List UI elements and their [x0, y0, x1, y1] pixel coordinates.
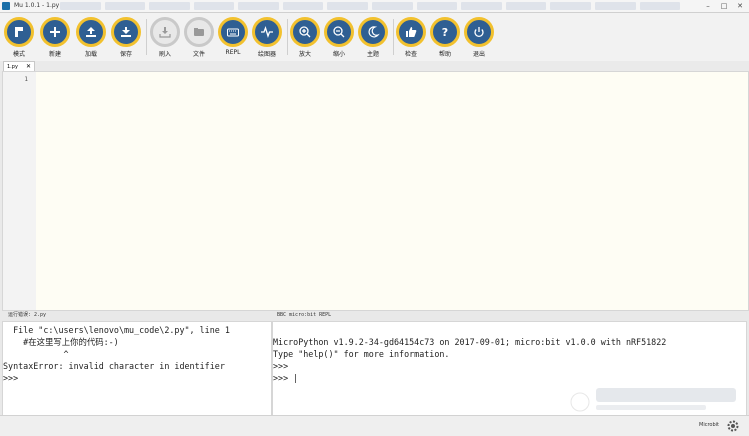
- background-tab[interactable]: [238, 2, 279, 10]
- background-tab[interactable]: [372, 2, 413, 10]
- files-icon: [194, 28, 204, 36]
- background-tab[interactable]: [282, 2, 324, 10]
- save-label: 保存: [119, 51, 132, 58]
- load-button[interactable]: 加载: [76, 17, 106, 58]
- right-panel-header: BBC micro:bit REPL: [277, 312, 332, 318]
- repl-button[interactable]: REPL: [218, 17, 248, 56]
- output-line: >>>: [3, 373, 19, 383]
- watermark-logo: [570, 388, 736, 412]
- background-tab[interactable]: [327, 2, 369, 10]
- background-tab[interactable]: [416, 2, 458, 10]
- flash-button[interactable]: 刷入: [150, 17, 180, 58]
- background-tab[interactable]: [193, 2, 235, 10]
- output-line: #在这里写上你的代码:-): [3, 337, 119, 347]
- status-bar: Microbit: [0, 415, 749, 436]
- minimize-button[interactable]: –: [701, 1, 715, 11]
- plotter-icon: [261, 25, 273, 39]
- zoom-in-icon: [299, 26, 311, 38]
- quit-button[interactable]: 退出: [464, 17, 494, 58]
- flash-label: 刷入: [158, 51, 171, 58]
- keyboard-icon: [227, 28, 239, 37]
- background-browser-tabs: [60, 2, 680, 10]
- left-panel-header: 运行错误: 2.py: [8, 312, 47, 318]
- zoom-out-icon: [333, 26, 345, 38]
- background-tab[interactable]: [60, 2, 101, 10]
- plus-icon: [50, 27, 60, 37]
- zoom-in-button[interactable]: 放大: [290, 17, 320, 58]
- plotter-button[interactable]: 绘图器: [252, 17, 282, 58]
- output-line: ^: [3, 349, 69, 359]
- check-label: 检查: [404, 51, 417, 58]
- moon-icon: [368, 26, 380, 38]
- plotter-label: 绘图器: [257, 51, 276, 58]
- new-button[interactable]: 新建: [40, 17, 70, 58]
- line-number-gutter: 1: [3, 72, 36, 310]
- toolbar: 模式 新建 加载 保存 刷入 文件 REPL 绘图器 放大 缩小 主题 检查 ?…: [0, 13, 749, 62]
- quit-label: 退出: [472, 51, 485, 58]
- mode-label: 模式: [12, 51, 25, 58]
- mode-indicator: Microbit: [699, 422, 719, 428]
- line-number: 1: [24, 76, 28, 83]
- mode-icon: [15, 27, 23, 37]
- background-tab[interactable]: [104, 2, 146, 10]
- theme-label: 主题: [366, 51, 379, 58]
- output-line: SyntaxError: invalid character in identi…: [3, 361, 225, 371]
- zoom-out-button[interactable]: 缩小: [324, 17, 354, 58]
- toolbar-separator: [393, 19, 394, 55]
- new-label: 新建: [48, 51, 61, 58]
- zoom-out-label: 缩小: [332, 51, 345, 58]
- zoom-in-label: 放大: [298, 51, 311, 58]
- repl-line: MicroPython v1.9.2-34-gd64154c73 on 2017…: [273, 337, 667, 347]
- background-tab[interactable]: [461, 2, 502, 10]
- files-label: 文件: [192, 51, 205, 58]
- background-tab[interactable]: [594, 2, 636, 10]
- download-icon: [121, 27, 131, 37]
- power-icon: [474, 27, 484, 37]
- gear-icon[interactable]: [726, 419, 740, 433]
- toolbar-separator: [287, 19, 288, 55]
- load-label: 加载: [84, 51, 97, 58]
- files-button[interactable]: 文件: [184, 17, 214, 58]
- svg-text:?: ?: [442, 26, 448, 39]
- code-editor[interactable]: 1: [2, 71, 749, 311]
- help-icon: ?: [442, 26, 448, 39]
- theme-button[interactable]: 主题: [358, 17, 388, 58]
- maximize-button[interactable]: □: [717, 1, 731, 11]
- window-title: Mu 1.0.1 - 1.py: [14, 2, 60, 9]
- toolbar-separator: [146, 19, 147, 55]
- flash-icon: [159, 27, 171, 38]
- repl-line: >>>: [273, 361, 289, 371]
- upload-icon: [86, 27, 96, 37]
- thumbs-up-icon: [406, 27, 417, 37]
- mode-button[interactable]: 模式: [4, 17, 34, 58]
- background-tab[interactable]: [550, 2, 591, 10]
- background-tab[interactable]: [639, 2, 680, 10]
- app-icon: [2, 2, 10, 10]
- output-line: File "c:\users\lenovo\mu_code\2.py", lin…: [3, 325, 230, 335]
- background-tab[interactable]: [505, 2, 547, 10]
- title-bar: Mu 1.0.1 - 1.py – □ ✕: [0, 0, 749, 13]
- window-controls: – □ ✕: [701, 1, 747, 11]
- save-button[interactable]: 保存: [111, 17, 141, 58]
- check-button[interactable]: 检查: [396, 17, 426, 58]
- editor-tab-bar: 1.py ✕: [0, 61, 749, 72]
- help-label: 帮助: [438, 51, 451, 58]
- close-window-button[interactable]: ✕: [733, 1, 747, 11]
- background-tab[interactable]: [149, 2, 190, 10]
- repl-label: REPL: [225, 49, 241, 56]
- help-button[interactable]: ? 帮助: [430, 17, 460, 58]
- error-output-pane[interactable]: File "c:\users\lenovo\mu_code\2.py", lin…: [2, 321, 272, 417]
- repl-line: Type "help()" for more information.: [273, 349, 450, 359]
